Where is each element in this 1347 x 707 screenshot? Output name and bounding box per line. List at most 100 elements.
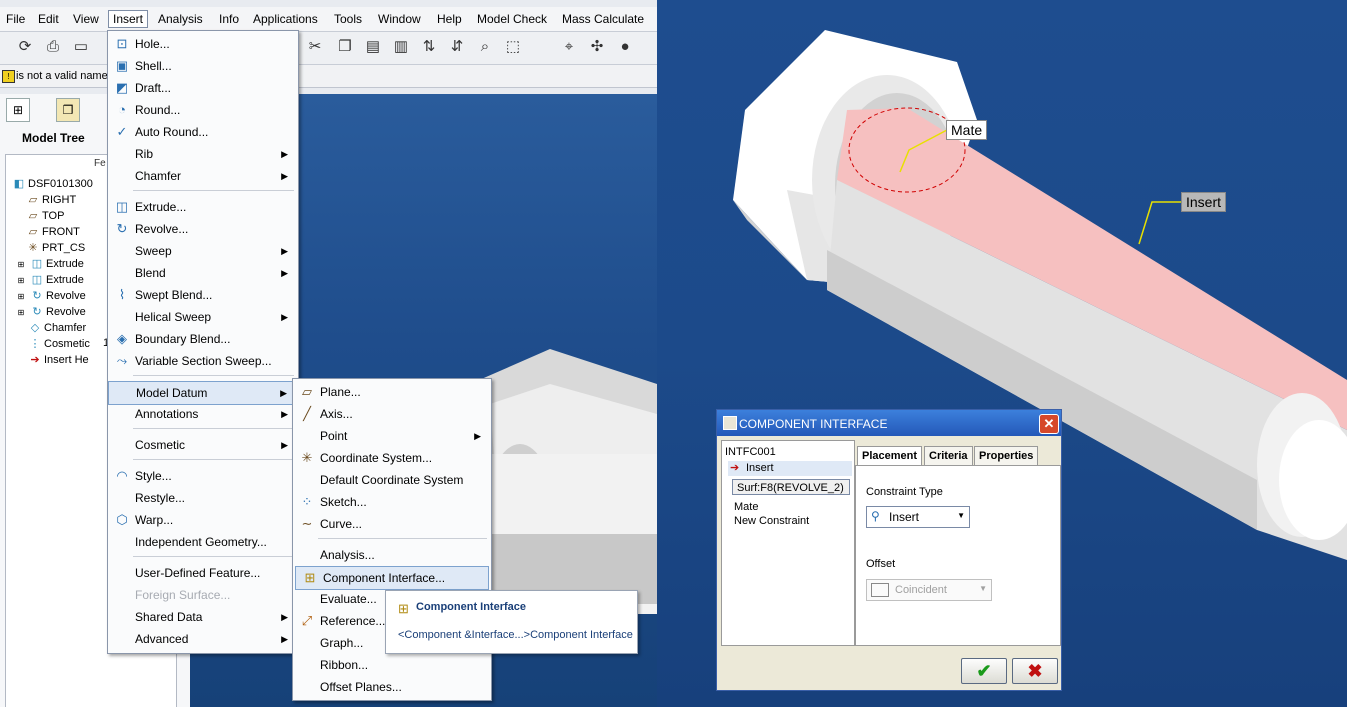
model-tree-title: Model Tree [22, 131, 85, 145]
datum-curve[interactable]: ∼ Curve... [293, 513, 489, 535]
menu-mass-calculate[interactable]: Mass Calculate [562, 12, 644, 26]
insert-extrude[interactable]: ◫ Extrude... [108, 196, 296, 218]
paste-special-icon[interactable]: ▥ [392, 38, 410, 56]
datum-coordinate-system[interactable]: ✳ Coordinate System... [293, 447, 489, 469]
constraint-insert-row[interactable]: ➔ Insert [728, 461, 852, 476]
ok-button[interactable]: ✔ [961, 658, 1007, 684]
insert-user-defined-feature[interactable]: User-Defined Feature... [108, 562, 296, 584]
insert-warp[interactable]: ⬡ Warp... [108, 509, 296, 531]
menu-window[interactable]: Window [378, 12, 421, 26]
insert-restyle[interactable]: Restyle... [108, 487, 296, 509]
insert-blend[interactable]: Blend ▶ [108, 262, 296, 284]
select-list-icon[interactable]: ⇵ [448, 38, 466, 56]
shading-icon[interactable]: ● [616, 38, 634, 56]
orient-icon[interactable]: ✣ [588, 38, 606, 56]
dialog-title-bar[interactable]: COMPONENT INTERFACE ✕ [717, 410, 1061, 436]
tree-item-cosmetic[interactable]: ⋮ Cosmetic [28, 337, 90, 353]
submenu-arrow-icon: ▶ [280, 388, 287, 398]
paste-icon[interactable]: ▤ [364, 38, 382, 56]
select-icon[interactable]: ⇅ [420, 38, 438, 56]
tree-item-chamfer[interactable]: ◇ Chamfer [28, 321, 86, 337]
submenu-arrow-icon: ▶ [281, 440, 288, 450]
constraint-mate[interactable]: Mate [734, 501, 758, 513]
menu-analysis[interactable]: Analysis [158, 12, 203, 26]
tree-item-right[interactable]: ▱ RIGHT [26, 193, 76, 209]
tree-item-extrude-2[interactable]: ⊞ ◫ Extrude [14, 273, 84, 289]
datum-default-csys[interactable]: Default Coordinate System [293, 469, 489, 491]
expand-plus-icon[interactable]: ⊞ [14, 292, 28, 301]
menu-insert[interactable]: Insert [108, 10, 149, 28]
insert-variable-section-sweep[interactable]: ⤳ Variable Section Sweep... [108, 350, 296, 372]
insert-sweep[interactable]: Sweep ▶ [108, 240, 296, 262]
datum-plane[interactable]: ▱ Plane... [293, 381, 489, 403]
tree-item-part[interactable]: ◧ DSF0101300 [12, 177, 93, 193]
insert-hole[interactable]: ⊡ Hole... [108, 33, 296, 55]
constraint-type-select[interactable]: ⚲ Insert ▼ [866, 506, 970, 528]
submenu-arrow-icon: ▶ [281, 171, 288, 181]
tab-placement[interactable]: Placement [857, 446, 923, 466]
insert-auto-round[interactable]: ✓ Auto Round... [108, 121, 296, 143]
datum-axis[interactable]: ╱ Axis... [293, 403, 489, 425]
find-icon[interactable]: ⌕ [476, 38, 494, 56]
curve-icon: ∼ [301, 516, 313, 531]
submenu-arrow-icon: ▶ [281, 246, 288, 256]
tree-item-top[interactable]: ▱ TOP [26, 209, 65, 225]
datum-component-interface[interactable]: ⊞ Component Interface... [295, 566, 489, 590]
menu-tools[interactable]: Tools [334, 12, 362, 26]
insert-chamfer[interactable]: Chamfer ▶ [108, 165, 296, 187]
insert-advanced[interactable]: Advanced ▶ [108, 628, 296, 650]
expand-plus-icon[interactable]: ⊞ [14, 260, 28, 269]
folder-browser-tab-icon[interactable]: ❒ [56, 98, 80, 122]
new-file-icon[interactable]: ▭ [72, 38, 90, 56]
expand-plus-icon[interactable]: ⊞ [14, 276, 28, 285]
spin-center-icon[interactable]: ⌖ [560, 38, 578, 56]
menu-model-check[interactable]: Model Check [477, 12, 547, 26]
tree-item-revolve-1[interactable]: ⊞ ↻ Revolve [14, 289, 86, 305]
interface-root[interactable]: INTFC001 [725, 446, 776, 458]
tree-item-revolve-2[interactable]: ⊞ ↻ Revolve [14, 305, 86, 321]
selection-box-icon[interactable]: ⬚ [504, 38, 522, 56]
tree-item-prt-cs[interactable]: ✳ PRT_CS [26, 241, 85, 257]
datum-point[interactable]: Point ▶ [293, 425, 489, 447]
menu-help[interactable]: Help [437, 12, 462, 26]
insert-annotations[interactable]: Annotations ▶ [108, 403, 296, 425]
datum-analysis[interactable]: Analysis... [293, 544, 489, 566]
tree-item-insert-here[interactable]: ➔ Insert He [28, 353, 88, 369]
datum-ribbon[interactable]: Ribbon... [293, 654, 489, 676]
insert-model-datum[interactable]: Model Datum ▶ [108, 381, 296, 405]
menu-info[interactable]: Info [219, 12, 239, 26]
insert-shell[interactable]: ▣ Shell... [108, 55, 296, 77]
cut-icon[interactable]: ✂ [306, 38, 324, 56]
insert-helical-sweep[interactable]: Helical Sweep ▶ [108, 306, 296, 328]
tab-criteria[interactable]: Criteria [924, 446, 973, 466]
menu-separator [133, 556, 294, 557]
insert-draft[interactable]: ◩ Draft... [108, 77, 296, 99]
insert-cosmetic[interactable]: Cosmetic ▶ [108, 434, 296, 456]
insert-boundary-blend[interactable]: ◈ Boundary Blend... [108, 328, 296, 350]
insert-swept-blend[interactable]: ⌇ Swept Blend... [108, 284, 296, 306]
reference-field[interactable]: Surf:F8(REVOLVE_2) [732, 479, 850, 495]
model-tree-tab-icon[interactable]: ⊞ [6, 98, 30, 122]
insert-rib[interactable]: Rib ▶ [108, 143, 296, 165]
menu-edit[interactable]: Edit [38, 12, 59, 26]
menu-view[interactable]: View [73, 12, 99, 26]
insert-independent-geometry[interactable]: Independent Geometry... [108, 531, 296, 553]
tree-item-front[interactable]: ▱ FRONT [26, 225, 80, 241]
insert-shared-data[interactable]: Shared Data ▶ [108, 606, 296, 628]
regenerate-icon[interactable]: ⟳ [16, 38, 34, 56]
print-icon[interactable]: ⎙ [44, 38, 62, 56]
cancel-button[interactable]: ✖ [1012, 658, 1058, 684]
insert-revolve[interactable]: ↻ Revolve... [108, 218, 296, 240]
expand-plus-icon[interactable]: ⊞ [14, 308, 28, 317]
copy-icon[interactable]: ❐ [336, 38, 354, 56]
tab-properties[interactable]: Properties [974, 446, 1039, 466]
menu-file[interactable]: File [6, 12, 25, 26]
tree-item-extrude-1[interactable]: ⊞ ◫ Extrude [14, 257, 84, 273]
datum-sketch[interactable]: ⁘ Sketch... [293, 491, 489, 513]
new-constraint[interactable]: New Constraint [734, 515, 809, 527]
close-icon[interactable]: ✕ [1039, 414, 1059, 434]
datum-offset-planes[interactable]: Offset Planes... [293, 676, 489, 698]
insert-style[interactable]: ◠ Style... [108, 465, 296, 487]
insert-round[interactable]: ◔ Round... [108, 99, 296, 121]
menu-applications[interactable]: Applications [253, 12, 318, 26]
